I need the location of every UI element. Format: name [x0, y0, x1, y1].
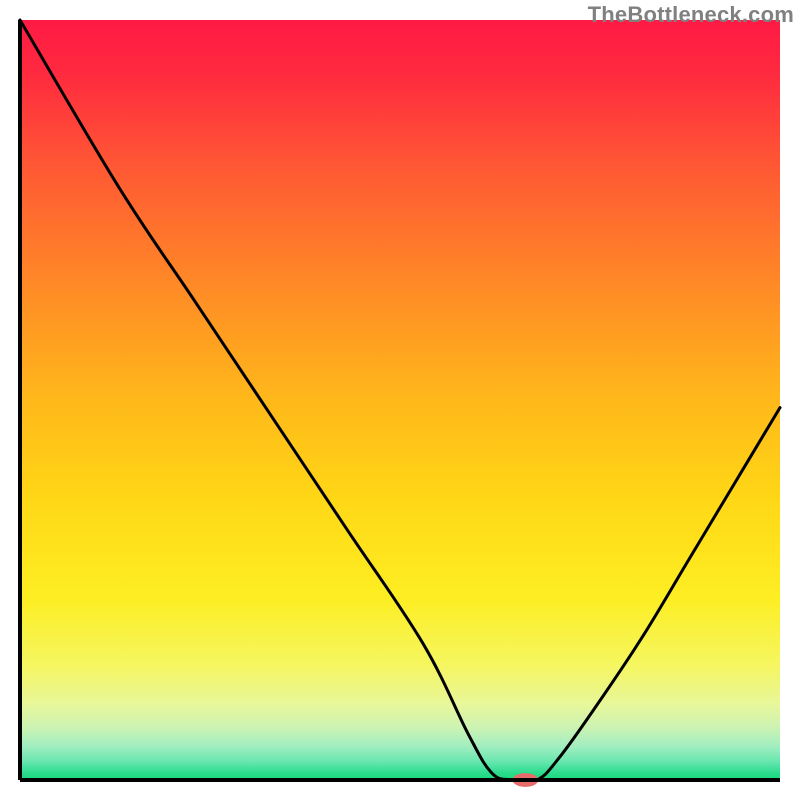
chart-container: TheBottleneck.com	[0, 0, 800, 800]
watermark-text: TheBottleneck.com	[588, 2, 794, 28]
bottleneck-chart	[0, 0, 800, 800]
chart-background	[20, 20, 780, 780]
